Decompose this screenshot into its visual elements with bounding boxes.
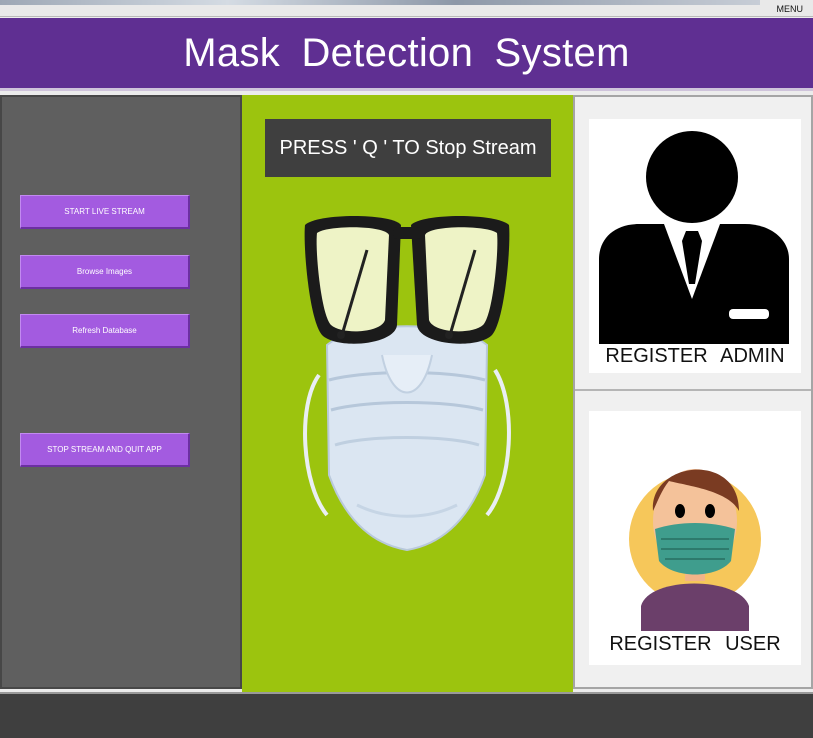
register-admin-card[interactable]: REGISTER ADMIN	[589, 119, 801, 373]
right-panel: REGISTER ADMIN REGISTER USER	[573, 95, 813, 689]
left-panel: START LIVE STREAM Browse Images Refresh …	[0, 95, 242, 689]
center-panel: PRESS ' Q ' TO Stop Stream	[242, 95, 573, 692]
bottom-bar	[0, 692, 813, 738]
window-top-strip: MENU	[0, 0, 813, 17]
title-bar: Mask Detection System	[0, 18, 813, 91]
register-user-card[interactable]: REGISTER USER	[589, 411, 801, 665]
window-decoration	[0, 0, 760, 5]
register-user-label: REGISTER USER	[609, 633, 781, 655]
page-title: Mask Detection System	[183, 30, 630, 75]
register-admin-label: REGISTER ADMIN	[605, 345, 785, 367]
browse-images-button[interactable]: Browse Images	[20, 255, 190, 289]
mask-with-glasses-image	[303, 216, 511, 552]
press-q-label: PRESS ' Q ' TO Stop Stream	[265, 119, 551, 177]
start-live-stream-button[interactable]: START LIVE STREAM	[20, 195, 190, 229]
refresh-database-button[interactable]: Refresh Database	[20, 314, 190, 348]
masked-user-avatar	[629, 469, 761, 631]
admin-silhouette-icon	[599, 131, 789, 344]
right-panel-divider	[575, 389, 811, 391]
menu-button[interactable]: MENU	[777, 4, 804, 14]
stop-stream-quit-button[interactable]: STOP STREAM AND QUIT APP	[20, 433, 190, 467]
